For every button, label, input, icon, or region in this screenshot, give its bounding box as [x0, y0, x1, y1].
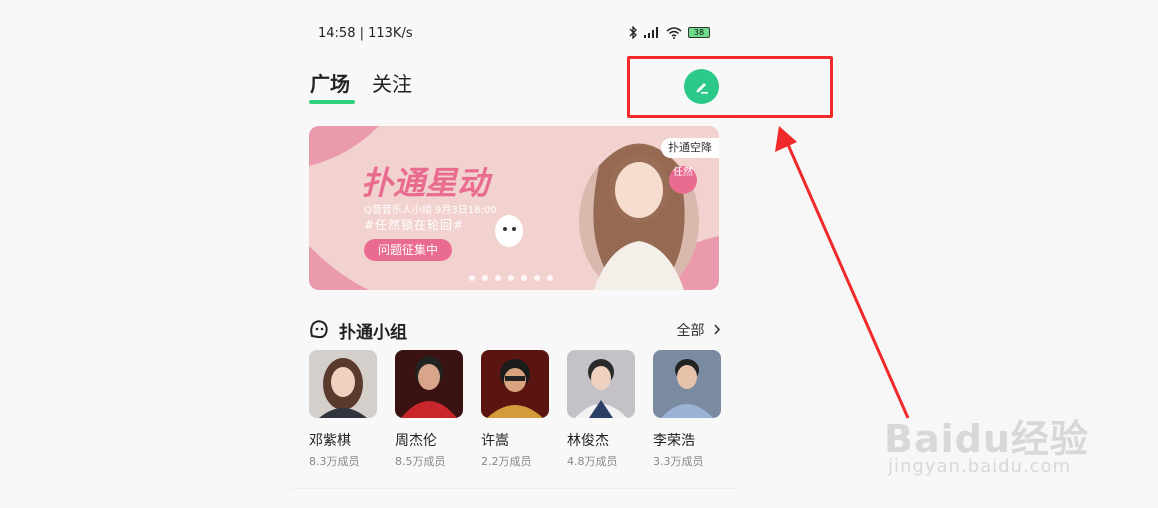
watermark-brand: Baidu经验 — [884, 417, 1089, 461]
watermark-url: jingyan.baidu.com — [888, 456, 1072, 477]
screenshot-stage: 14:58 | 113K/s 38 广场 关注 扑通星动 Q音音乐人小组 9月3… — [0, 0, 1158, 508]
watermark: Baidu经验 jingyan.baidu.com — [884, 380, 1104, 490]
